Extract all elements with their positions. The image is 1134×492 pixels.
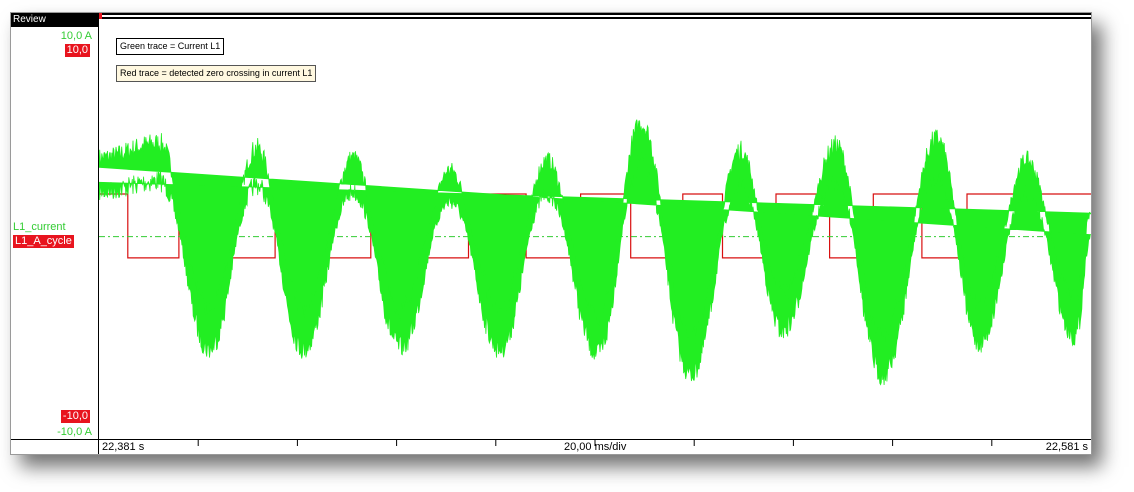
green-current-trace [99, 119, 1091, 386]
y-min-label: -10,0 A [57, 426, 92, 438]
y-max-label: 10,0 A [60, 30, 92, 42]
time-axis: 22,381 s 20,00 ms/div 22,581 s [99, 439, 1091, 454]
corner-box [11, 439, 98, 454]
annotation-green: Green trace = Current L1 [116, 38, 225, 55]
x-end-label: 22,581 s [1045, 441, 1088, 453]
y-max-box[interactable]: 10,0 [64, 44, 90, 57]
channel-name-red[interactable]: L1_A_cycle [13, 235, 74, 248]
x-start-label: 22,381 s [102, 441, 145, 453]
review-window: Review 10,0 A 10,0 L1_current L1_A_cycle… [10, 12, 1092, 455]
green-trace-layer [99, 119, 1091, 386]
channel-name-green[interactable]: L1_current [13, 221, 66, 234]
annotation-red: Red trace = detected zero crossing in cu… [116, 65, 317, 82]
x-division-label: 20,00 ms/div [564, 441, 627, 453]
y-min-box[interactable]: -10,0 [60, 410, 90, 423]
window-title: Review [11, 13, 98, 27]
channel-panel: Review 10,0 A 10,0 L1_current L1_A_cycle… [11, 13, 99, 454]
